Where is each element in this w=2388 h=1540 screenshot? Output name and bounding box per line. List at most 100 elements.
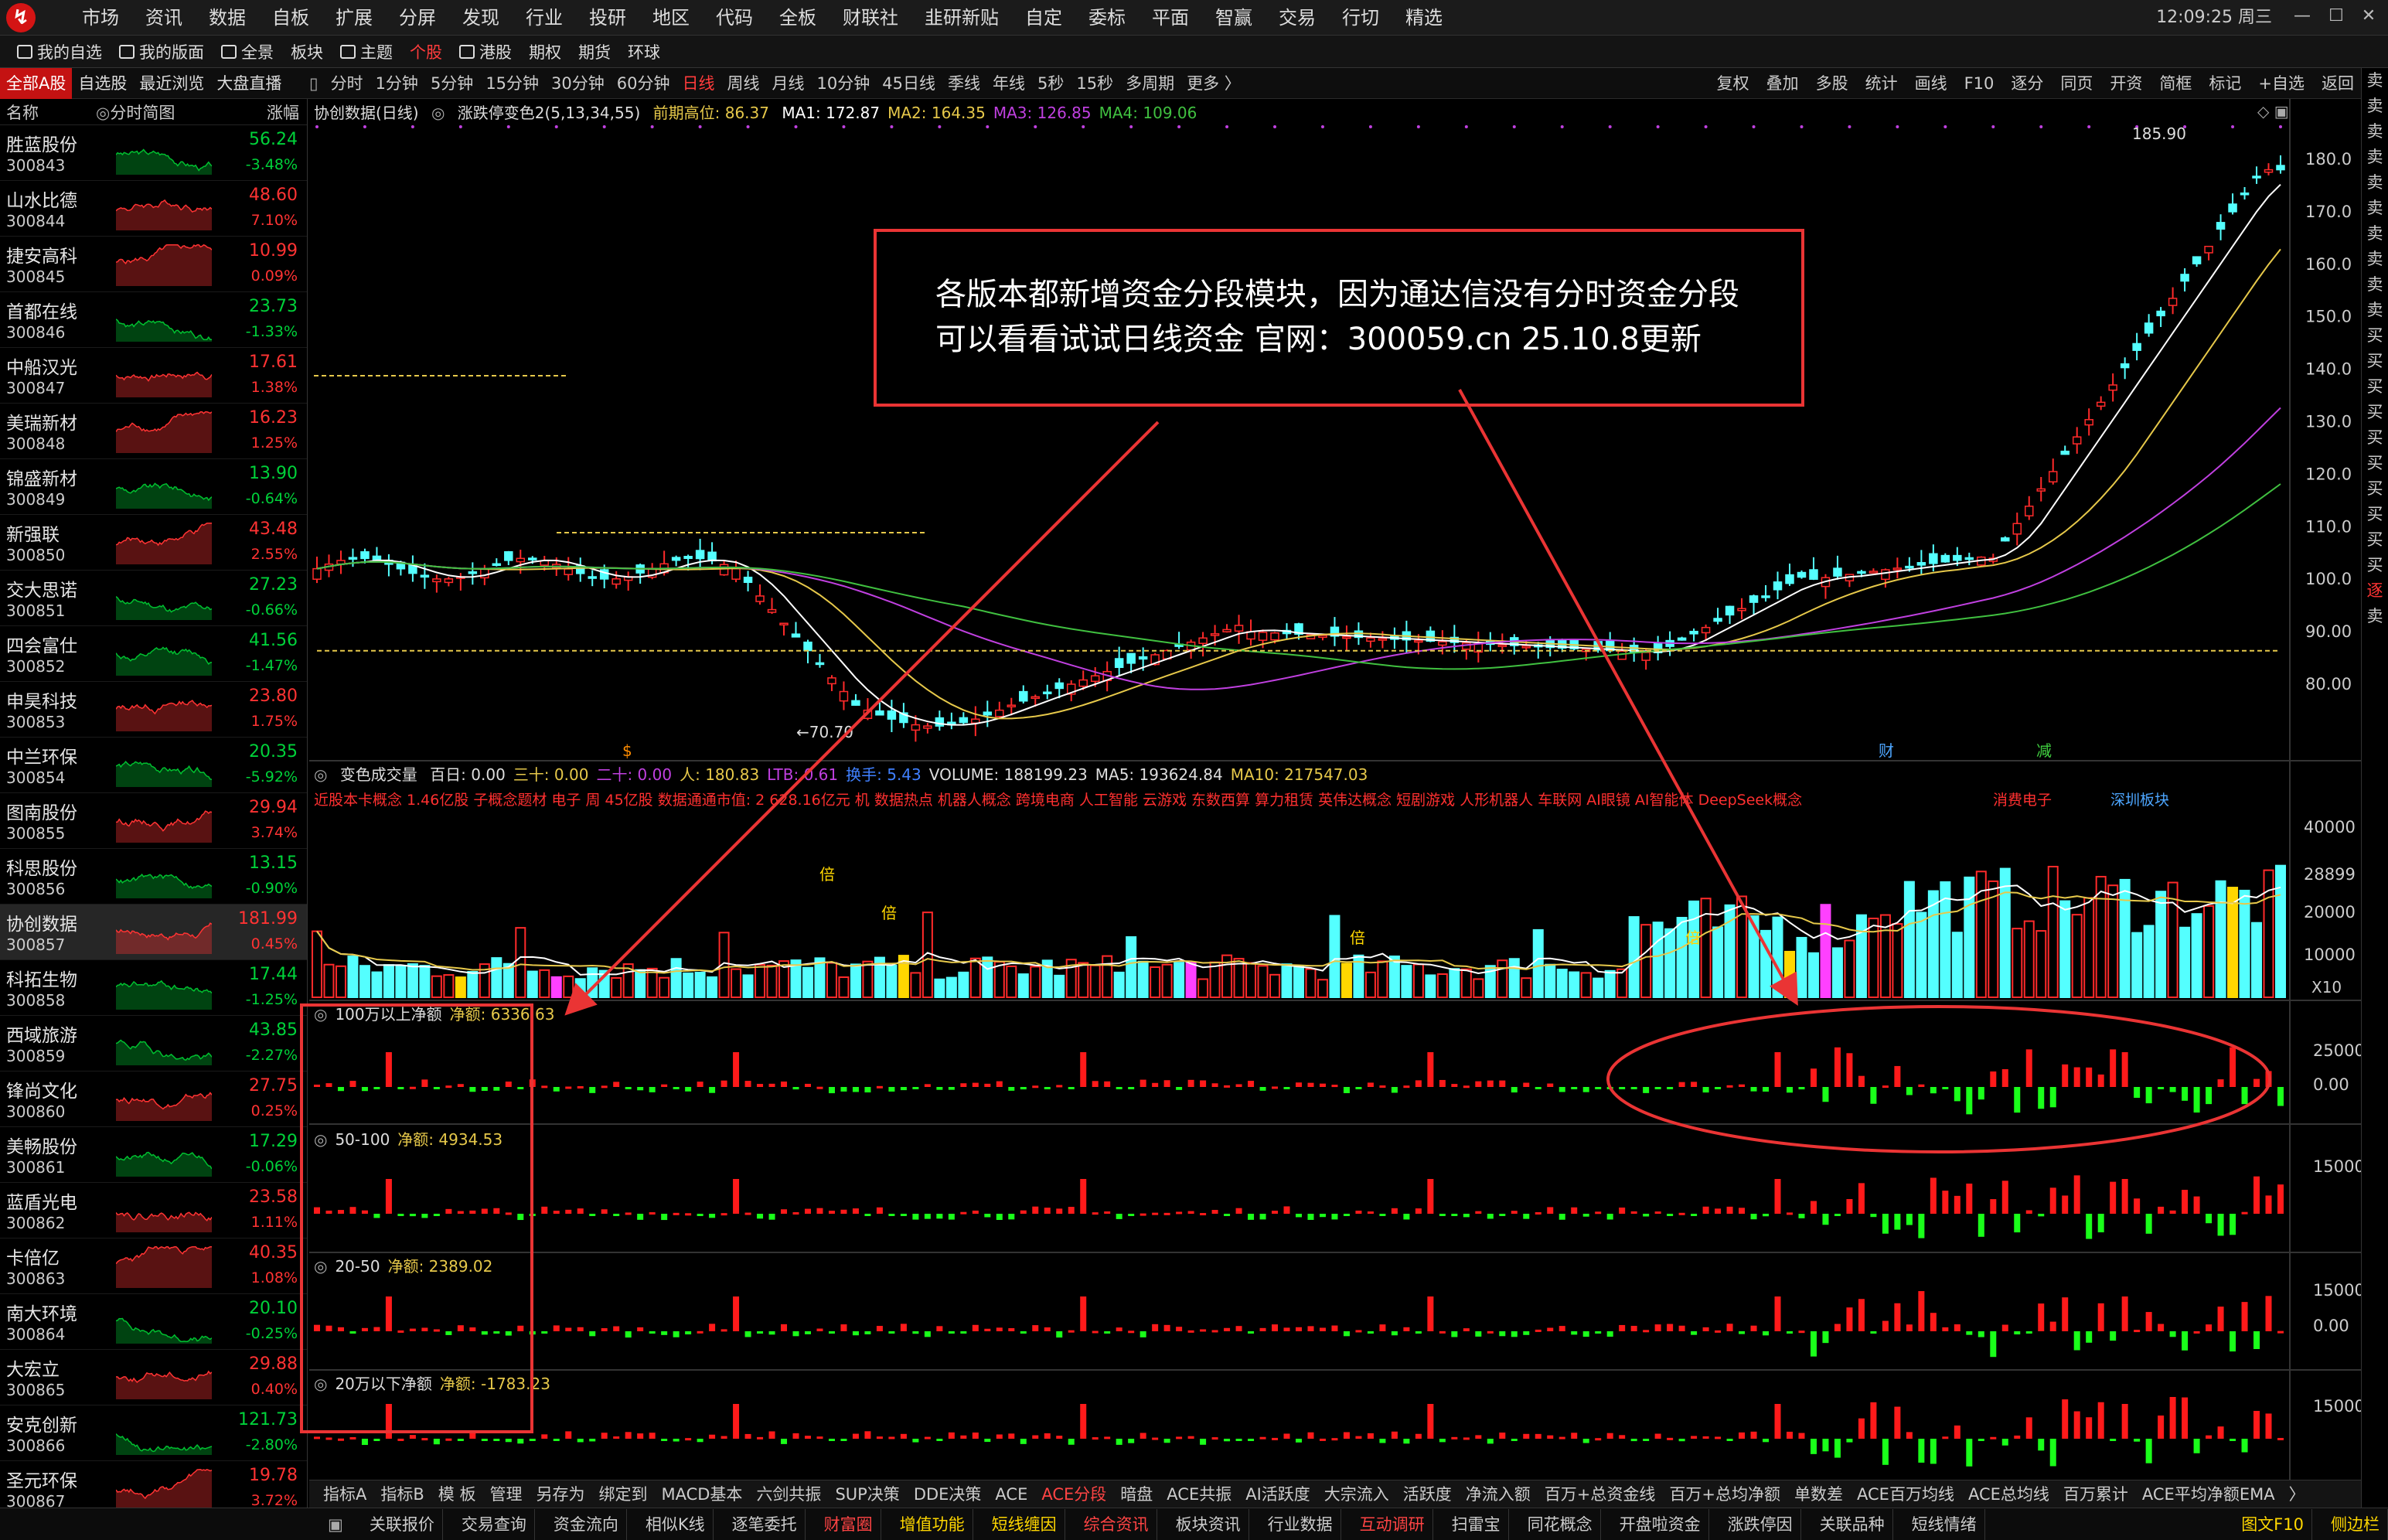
stock-row[interactable]: 申昊科技 300853 23.80 1.75%	[0, 682, 307, 738]
app-logo-icon[interactable]: ↯	[6, 3, 36, 32]
col-sparkline[interactable]: ◎分时简图	[96, 101, 175, 124]
menu-item-6[interactable]: 发现	[462, 0, 499, 36]
link-item-0[interactable]: 关联报价	[362, 1508, 443, 1540]
menu-item-0[interactable]: 市场	[82, 0, 119, 36]
tool-2[interactable]: 多股	[1816, 68, 1848, 99]
side-tab-9[interactable]: 卖	[2362, 298, 2388, 323]
period-tab-12[interactable]: 年线	[993, 68, 1025, 99]
side-tab-5[interactable]: 卖	[2362, 196, 2388, 221]
menu-item-13[interactable]: 韭研新贴	[925, 0, 999, 36]
link-right-0[interactable]: 图文F10	[2233, 1508, 2312, 1540]
menu-item-19[interactable]: 行切	[1342, 0, 1379, 36]
link-item-10[interactable]: 行业数据	[1260, 1508, 1341, 1540]
side-tab-7[interactable]: 卖	[2362, 247, 2388, 272]
menu-item-9[interactable]: 地区	[652, 0, 690, 36]
link-item-2[interactable]: 资金流向	[546, 1508, 627, 1540]
indicator-tab-20[interactable]: 单数差	[1794, 1480, 1843, 1508]
close-icon[interactable]: ✕	[2357, 5, 2380, 28]
period-tab-0[interactable]: 分时	[331, 68, 363, 99]
indicator-tab-3[interactable]: 管理	[489, 1480, 522, 1508]
stock-row[interactable]: 安克创新 300866 121.73 -2.80%	[0, 1405, 307, 1461]
side-tab-16[interactable]: 买	[2362, 476, 2388, 502]
menu-item-5[interactable]: 分屏	[399, 0, 436, 36]
side-tab-11[interactable]: 买	[2362, 349, 2388, 374]
indicator-tab-14[interactable]: AI活跃度	[1245, 1480, 1310, 1508]
side-tab-3[interactable]: 卖	[2362, 145, 2388, 170]
minimize-icon[interactable]: —	[2291, 5, 2314, 28]
side-tab-19[interactable]: 买	[2362, 553, 2388, 578]
indicator-tab-21[interactable]: ACE百万均线	[1857, 1480, 1954, 1508]
chart-settings-icon[interactable]: ◇ ▣	[2257, 102, 2289, 121]
stock-row[interactable]: 图南股份 300855 29.94 3.74%	[0, 793, 307, 849]
link-item-6[interactable]: 增值功能	[892, 1508, 973, 1540]
period-tab-2[interactable]: 5分钟	[431, 68, 473, 99]
stock-row[interactable]: 胜蓝股份 300843 56.24 -3.48%	[0, 125, 307, 181]
link-item-8[interactable]: 综合资讯	[1076, 1508, 1157, 1540]
period-tab-13[interactable]: 5秒	[1037, 68, 1064, 99]
period-tab-4[interactable]: 30分钟	[551, 68, 605, 99]
stock-row[interactable]: 锋尚文化 300860 27.75 0.25%	[0, 1072, 307, 1127]
period-tab-1[interactable]: 1分钟	[376, 68, 418, 99]
panel-toggle-icon[interactable]: ◎	[314, 1375, 327, 1393]
menu-item-8[interactable]: 投研	[589, 0, 626, 36]
tool-12[interactable]: 返回	[2322, 68, 2354, 99]
stock-row[interactable]: 捷安高科 300845 10.99 0.09%	[0, 237, 307, 292]
period-tab-9[interactable]: 10分钟	[817, 68, 870, 99]
indicator-tab-19[interactable]: 百万+总均净额	[1669, 1480, 1780, 1508]
workspace-item-7[interactable]: 期权	[529, 40, 561, 63]
menu-item-18[interactable]: 交易	[1279, 0, 1316, 36]
menu-item-2[interactable]: 数据	[209, 0, 246, 36]
period-tab-7[interactable]: 周线	[727, 68, 760, 99]
panel-toggle-icon[interactable]: ◎	[314, 1257, 327, 1276]
link-item-17[interactable]: 短线情绪	[1904, 1508, 1985, 1540]
workspace-item-0[interactable]: 我的自选	[17, 40, 102, 63]
period-tab-10[interactable]: 45日线	[882, 68, 935, 99]
side-tab-12[interactable]: 买	[2362, 374, 2388, 400]
period-tab-11[interactable]: 季线	[948, 68, 980, 99]
tool-11[interactable]: +自选	[2258, 68, 2305, 99]
menu-item-3[interactable]: 自板	[272, 0, 309, 36]
indicator-tab-7[interactable]: 六剑共振	[756, 1480, 821, 1508]
indicator-tab-2[interactable]: 模 板	[438, 1480, 476, 1508]
tool-9[interactable]: 简框	[2159, 68, 2192, 99]
side-tab-2[interactable]: 卖	[2362, 119, 2388, 145]
menu-item-17[interactable]: 智赢	[1215, 0, 1252, 36]
workspace-item-3[interactable]: 板块	[291, 40, 323, 63]
menu-item-12[interactable]: 财联社	[843, 0, 898, 36]
workspace-item-4[interactable]: 主题	[340, 40, 393, 63]
side-tab-1[interactable]: 卖	[2362, 94, 2388, 119]
indicator-tab-0[interactable]: 指标A	[323, 1480, 366, 1508]
link-item-14[interactable]: 开盘啦资金	[1612, 1508, 1709, 1540]
indicator-tab-8[interactable]: SUP决策	[835, 1480, 899, 1508]
indicator-tab-1[interactable]: 指标B	[380, 1480, 424, 1508]
stock-row[interactable]: 卡倍亿 300863 40.35 1.08%	[0, 1238, 307, 1294]
maximize-icon[interactable]: ☐	[2325, 5, 2348, 28]
indicator-tab-25[interactable]: 〉	[2289, 1480, 2305, 1508]
workspace-item-2[interactable]: 全景	[221, 40, 274, 63]
indicator-tab-16[interactable]: 活跃度	[1403, 1480, 1452, 1508]
period-tab-5[interactable]: 60分钟	[617, 68, 670, 99]
side-tab-0[interactable]: 卖	[2362, 68, 2388, 94]
side-tab-6[interactable]: 卖	[2362, 221, 2388, 247]
indicator-tab-17[interactable]: 净流入额	[1466, 1480, 1531, 1508]
tool-6[interactable]: 逐分	[2011, 68, 2043, 99]
stock-row[interactable]: 科拓生物 300858 17.44 -1.25%	[0, 960, 307, 1016]
link-item-9[interactable]: 板块资讯	[1168, 1508, 1249, 1540]
menu-item-4[interactable]: 扩展	[336, 0, 373, 36]
period-tab-15[interactable]: 多周期	[1126, 68, 1174, 99]
stock-row[interactable]: 蓝盾光电 300862 23.58 1.11%	[0, 1183, 307, 1238]
link-item-1[interactable]: 交易查询	[454, 1508, 535, 1540]
link-item-12[interactable]: 扫雷宝	[1444, 1508, 1509, 1540]
indicator-tab-4[interactable]: 另存为	[536, 1480, 584, 1508]
stock-row[interactable]: 首都在线 300846 23.73 -1.33%	[0, 292, 307, 348]
panel-toggle-icon[interactable]: ◎	[314, 1005, 327, 1024]
indicator-tab-18[interactable]: 百万+总资金线	[1545, 1480, 1656, 1508]
menu-item-20[interactable]: 精选	[1405, 0, 1443, 36]
indicator-tab-15[interactable]: 大宗流入	[1324, 1480, 1389, 1508]
indicator-tab-6[interactable]: MACD基本	[661, 1480, 742, 1508]
tool-3[interactable]: 统计	[1865, 68, 1898, 99]
link-item-7[interactable]: 短线缠因	[984, 1508, 1065, 1540]
period-tab-6[interactable]: 日线	[683, 68, 715, 99]
tool-10[interactable]: 标记	[2209, 68, 2241, 99]
ma-toggle-icon[interactable]: ◎	[431, 104, 445, 122]
